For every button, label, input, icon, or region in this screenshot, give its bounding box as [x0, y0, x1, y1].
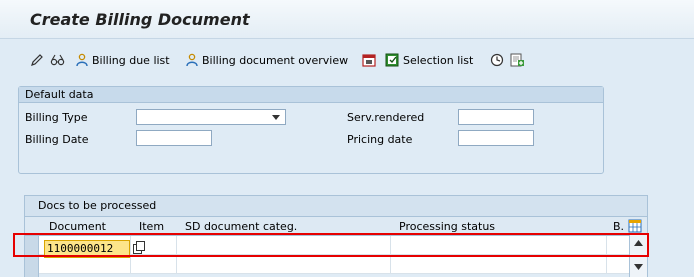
item-cell[interactable]	[131, 255, 177, 273]
selection-list-icon	[385, 53, 399, 67]
add-document-icon	[510, 53, 524, 67]
scroll-down-icon[interactable]	[634, 264, 643, 270]
execute-button[interactable]	[490, 51, 504, 69]
column-settings-icon[interactable]	[628, 219, 642, 233]
pricing-date-label: Pricing date	[347, 133, 413, 146]
column-header-b[interactable]: B.	[613, 220, 624, 233]
column-header-item[interactable]: Item	[139, 220, 164, 233]
calendar-icon	[362, 54, 376, 67]
docs-table-title: Docs to be processed	[25, 196, 647, 217]
default-data-header: Default data	[19, 87, 603, 103]
serv-rendered-field[interactable]	[458, 109, 534, 125]
title-bar: Create Billing Document	[0, 0, 694, 39]
billing-doc-overview-button[interactable]: Billing document overview	[185, 51, 348, 69]
glasses-icon	[50, 54, 65, 66]
pricing-date-field[interactable]	[458, 130, 534, 146]
column-header-sd-categ[interactable]: SD document categ.	[185, 220, 297, 233]
billing-date-field[interactable]	[136, 130, 212, 146]
chevron-down-icon[interactable]	[272, 115, 280, 120]
selection-list-label: Selection list	[403, 53, 474, 67]
person-icon	[186, 53, 198, 67]
sd-categ-cell[interactable]	[177, 255, 391, 273]
status-cell[interactable]	[391, 255, 607, 273]
column-header-document[interactable]: Document	[49, 220, 106, 233]
billing-date-label: Billing Date	[25, 133, 89, 146]
save-add-button[interactable]	[510, 51, 525, 69]
person-icon	[76, 53, 88, 67]
page-title: Create Billing Document	[30, 10, 250, 29]
clock-icon	[490, 53, 504, 67]
pencil-icon	[31, 54, 43, 66]
billing-type-dropdown[interactable]	[136, 109, 286, 125]
column-header-status[interactable]: Processing status	[399, 220, 495, 233]
billing-due-list-button[interactable]: Billing due list	[75, 51, 170, 69]
calendar-button[interactable]	[362, 51, 376, 69]
highlight-box	[13, 233, 649, 257]
edit-pencil-button[interactable]	[30, 51, 44, 69]
glasses-display-button[interactable]	[50, 51, 66, 69]
toolbar: Billing due list Billing document overvi…	[0, 39, 694, 81]
billing-type-label: Billing Type	[25, 111, 88, 124]
default-data-group: Default data Billing Type Billing Date S…	[18, 86, 604, 174]
billing-due-list-label: Billing due list	[92, 53, 170, 67]
selection-list-button[interactable]: Selection list	[385, 51, 473, 69]
serv-rendered-label: Serv.rendered	[347, 111, 425, 124]
billing-doc-overview-label: Billing document overview	[202, 53, 349, 67]
